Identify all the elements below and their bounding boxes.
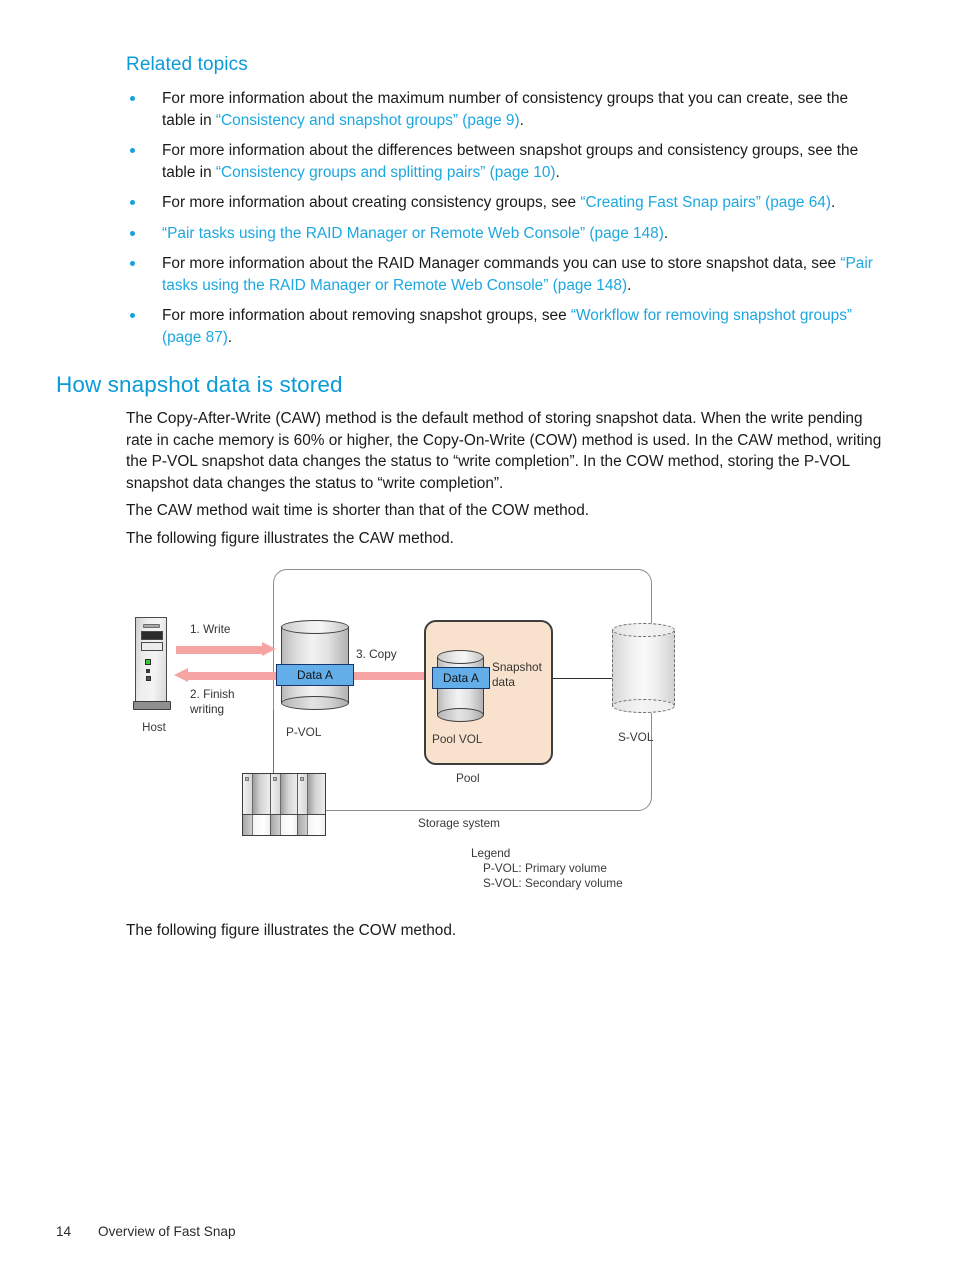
cross-reference-link[interactable]: “Pair tasks using the RAID Manager or Re…: [162, 225, 664, 242]
cross-reference-link[interactable]: “Consistency and snapshot groups” (page …: [216, 112, 520, 129]
pool-to-svol-connector: [553, 678, 612, 679]
paragraph-wait-time: The CAW method wait time is shorter than…: [126, 502, 590, 519]
text-run: .: [830, 194, 836, 211]
bullet-icon: [130, 96, 135, 101]
list-item: For more information about the differenc…: [126, 140, 874, 183]
finish-writing-arrow-label: 2. Finish writing: [190, 687, 235, 716]
host-drive-bay-2: [141, 642, 163, 651]
bullet-icon: [130, 200, 135, 205]
pvol-data-block: Data A: [276, 664, 354, 686]
text-run: .: [555, 163, 560, 181]
text-run: .: [227, 328, 233, 346]
cross-reference-link[interactable]: “Consistency groups and splitting pairs”…: [216, 164, 556, 181]
list-item-text: For more information about the RAID Mana…: [162, 255, 873, 294]
text-run: .: [519, 111, 524, 129]
text-run: For more information about creating cons…: [162, 194, 581, 211]
array-connector-line: [273, 710, 274, 774]
related-topics-heading: Related topics: [126, 54, 248, 75]
document-page: Related topics For more information abou…: [0, 0, 954, 1271]
host-indicator-1: [146, 669, 150, 673]
host-label: Host: [142, 722, 166, 734]
section-heading: How snapshot data is stored: [56, 372, 343, 397]
host-indicator-2: [146, 676, 151, 681]
paragraph-figure-caw-intro: The following figure illustrates the CAW…: [126, 530, 454, 547]
list-item-text: For more information about removing snap…: [162, 307, 852, 346]
storage-system-caption: Storage system: [418, 816, 500, 830]
svol-cylinder-icon: [612, 623, 675, 713]
host-base: [133, 701, 171, 710]
write-arrow-icon: [176, 642, 276, 657]
list-item: For more information about creating cons…: [126, 192, 874, 214]
bullet-icon: [130, 230, 135, 236]
legend-pvol: P-VOL: Primary volume: [483, 861, 607, 875]
paragraph-figure-cow-intro: The following figure illustrates the COW…: [126, 922, 457, 939]
host-drive-bay-1: [141, 631, 163, 640]
pool-caption: Pool: [456, 771, 480, 785]
list-item: For more information about removing snap…: [126, 305, 874, 348]
svol-label: S-VOL: [618, 730, 654, 744]
host-power-led-icon: [145, 659, 151, 665]
array-lower-bays: [243, 814, 326, 835]
list-item-text: For more information about the differenc…: [162, 142, 858, 181]
write-arrow-label: 1. Write: [190, 622, 231, 636]
text-run: For more information about removing snap…: [162, 307, 571, 324]
list-item-text: For more information about creating cons…: [162, 194, 835, 211]
paragraph-caw-description: The Copy-After-Write (CAW) method is the…: [126, 410, 882, 492]
pool-vol-data-block: Data A: [432, 667, 490, 689]
bullet-icon: [130, 261, 135, 266]
host-top-slot: [143, 624, 160, 628]
finish-writing-arrow-icon: [174, 668, 279, 683]
text-run: For more information about the RAID Mana…: [162, 255, 841, 272]
list-item: For more information about the maximum n…: [126, 88, 874, 131]
list-item: “Pair tasks using the RAID Manager or Re…: [126, 223, 874, 245]
figure-legend: Legend P-VOL: Primary volume S-VOL: Seco…: [471, 846, 623, 891]
bullet-icon: [130, 148, 135, 153]
footer-page-number: 14: [56, 1224, 72, 1239]
pvol-label: P-VOL: [286, 725, 322, 739]
related-topics-list: For more information about the maximum n…: [126, 88, 874, 357]
list-item: For more information about the RAID Mana…: [126, 253, 874, 296]
footer-chapter: Overview of Fast Snap: [98, 1224, 236, 1239]
list-item-text: “Pair tasks using the RAID Manager or Re…: [162, 225, 668, 242]
cross-reference-link[interactable]: “Creating Fast Snap pairs” (page 64): [580, 194, 831, 211]
text-run: .: [627, 276, 632, 294]
storage-array-icon: [242, 773, 326, 836]
legend-title: Legend: [471, 846, 511, 860]
copy-arrow-label: 3. Copy: [356, 647, 397, 661]
host-tower-body: [135, 617, 167, 702]
bullet-icon: [130, 313, 135, 318]
array-upper-bays: [243, 774, 326, 814]
page-footer: 14 Overview of Fast Snap: [56, 1224, 236, 1239]
pool-vol-label: Pool VOL: [432, 732, 483, 746]
host-computer-icon: [133, 617, 171, 713]
list-item-text: For more information about the maximum n…: [162, 90, 848, 129]
text-run: .: [663, 224, 669, 242]
snapshot-data-label: Snapshot data: [492, 660, 542, 689]
legend-svol: S-VOL: Secondary volume: [483, 876, 623, 890]
caw-method-diagram: Host 1. Write 2. Finish writing Data A P…: [126, 560, 686, 905]
